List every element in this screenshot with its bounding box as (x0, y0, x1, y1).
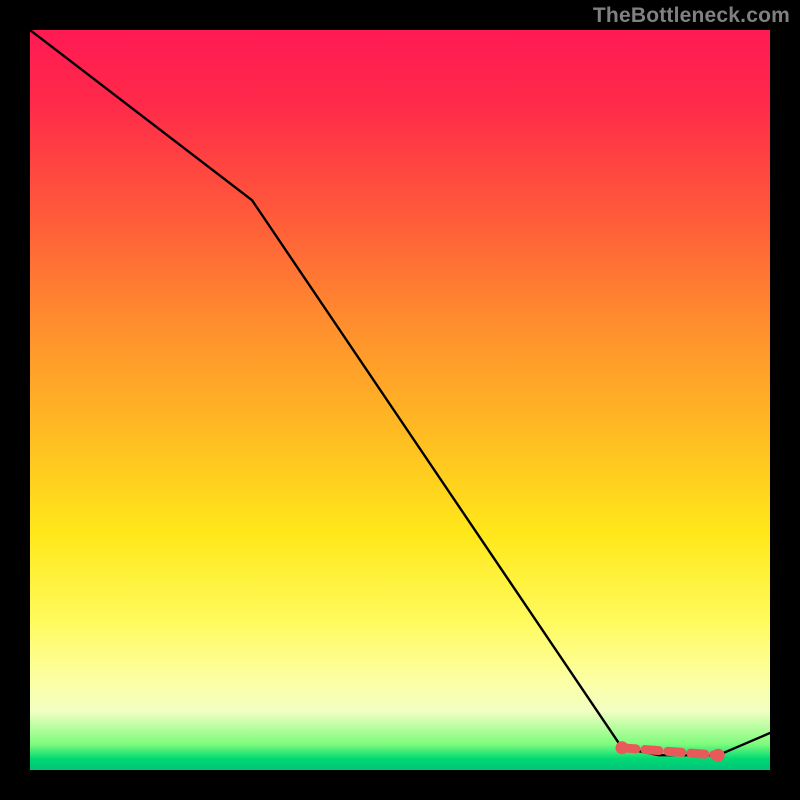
chart-container: TheBottleneck.com (0, 0, 800, 800)
plot-gradient-area (30, 30, 770, 770)
watermark-text: TheBottleneck.com (593, 4, 790, 28)
